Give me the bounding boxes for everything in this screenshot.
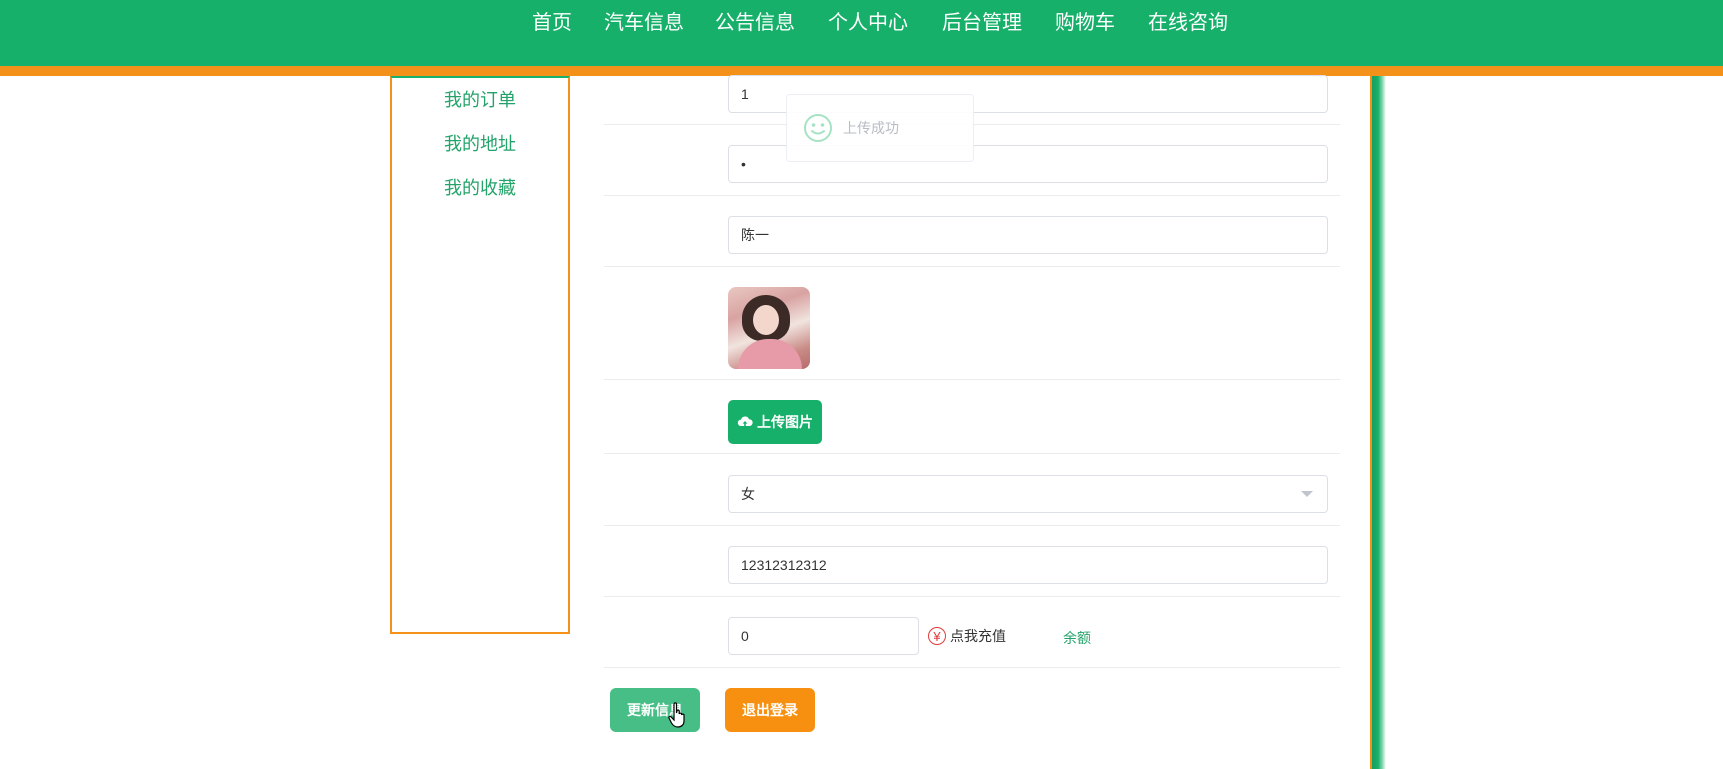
nav-item-online-consult[interactable]: 在线咨询 [1148, 10, 1228, 36]
name-input[interactable]: 陈一 [728, 216, 1328, 254]
sidebar-item-address[interactable]: 我的地址 [392, 132, 568, 156]
upload-success-toast: 上传成功 [786, 94, 974, 162]
balance-input[interactable]: 0 [728, 617, 919, 655]
logout-button[interactable]: 退出登录 [725, 688, 815, 732]
toast-message: 上传成功 [843, 120, 899, 136]
avatar-image [728, 287, 810, 369]
gender-select[interactable]: 女 [728, 475, 1328, 513]
top-navbar: 首页 汽车信息 公告信息 个人中心 后台管理 购物车 在线咨询 [0, 0, 1723, 66]
form-row-avatar [604, 266, 1340, 380]
sidebar-item-favorites[interactable]: 我的收藏 [392, 176, 568, 200]
phone-input[interactable]: 12312312312 [728, 546, 1328, 584]
chevron-down-icon [1301, 491, 1313, 497]
upload-image-button[interactable]: 上传图片 [728, 400, 822, 444]
cloud-upload-icon [737, 416, 753, 426]
recharge-text: 点我充值 [950, 628, 1006, 644]
smile-icon [804, 114, 832, 142]
upload-image-label: 上传图片 [757, 414, 813, 430]
hand-pointer-cursor-icon [668, 702, 685, 728]
sidebar: 我的订单 我的地址 我的收藏 [390, 76, 570, 634]
nav-menu: 首页 汽车信息 公告信息 个人中心 后台管理 购物车 在线咨询 [0, 0, 1723, 46]
nav-item-personal-center[interactable]: 个人中心 [828, 10, 908, 36]
nav-item-car-info[interactable]: 汽车信息 [604, 10, 684, 36]
nav-item-cart[interactable]: 购物车 [1055, 10, 1115, 36]
gender-selected-value: 女 [741, 486, 755, 502]
content-right-border [1370, 76, 1386, 769]
yen-icon: ¥ [928, 627, 946, 645]
recharge-link[interactable]: ¥ 点我充值 [928, 626, 1006, 646]
nav-item-admin[interactable]: 后台管理 [942, 10, 1022, 36]
sidebar-item-orders[interactable]: 我的订单 [392, 88, 568, 112]
nav-item-home[interactable]: 首页 [532, 10, 572, 36]
nav-item-announcements[interactable]: 公告信息 [715, 10, 795, 36]
form-row-upload [604, 379, 1340, 454]
